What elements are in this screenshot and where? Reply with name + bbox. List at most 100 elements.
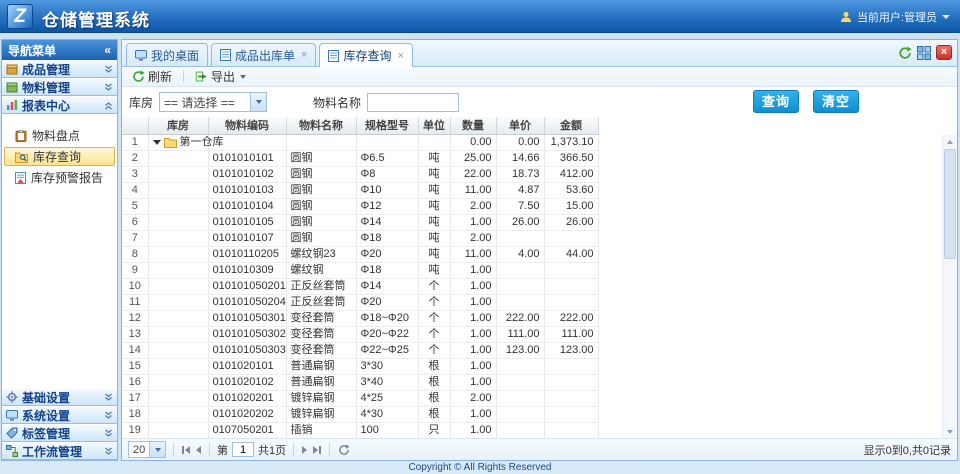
sidebar-group-finished-products[interactable]: 成品管理 [2,60,117,78]
close-tab-icon[interactable]: × [301,49,307,61]
group-label: 报表中心 [22,97,70,114]
column-header[interactable]: 单价 [496,117,544,134]
table-cell [544,294,598,310]
table-cell [148,166,208,182]
table-row[interactable]: 40101010103圆钢Φ10吨11.004.8753.60 [122,182,598,198]
clipboard-icon [15,130,27,142]
clear-button[interactable]: 清空 [813,90,859,113]
warehouse-group-label: 第一仓库 [180,135,224,150]
table-row[interactable]: 13010101050302变径套筒Φ20~Φ22个1.00111.00111.… [122,326,598,342]
sidebar-item-inventory-query[interactable]: 库存查询 [4,147,115,166]
table-row[interactable]: 160101020102普通扁钢3*40根1.00 [122,374,598,390]
query-button[interactable]: 查询 [753,90,799,113]
prev-page-button[interactable] [195,445,202,455]
sidebar-group-report-center[interactable]: 报表中心 [2,96,117,114]
table-cell: 14 [122,342,148,358]
tab-label: 库存查询 [343,47,391,64]
table-cell: 11.00 [450,246,496,262]
table-cell [148,310,208,326]
table-row[interactable]: 14010101050303变径套筒Φ22~Φ25个1.00123.00123.… [122,342,598,358]
column-header[interactable]: 单位 [418,117,450,134]
table-row[interactable]: 50101010104圆钢Φ12吨2.007.5015.00 [122,198,598,214]
reload-page-icon[interactable] [337,443,351,457]
first-page-button[interactable] [181,445,191,455]
next-page-button[interactable] [301,445,308,455]
table-row[interactable]: 801010110205螺纹钢23Φ20吨11.004.0044.00 [122,246,598,262]
material-name-input[interactable] [367,93,459,112]
column-header[interactable]: 金额 [544,117,598,134]
computer-icon [6,410,18,421]
table-row[interactable]: 20101010101圆钢Φ6.5吨25.0014.66366.50 [122,150,598,166]
table-cell: 个 [418,342,450,358]
column-header[interactable]: 数量 [450,117,496,134]
user-menu[interactable]: 当前用户:管理员 [840,9,950,25]
sidebar-item-material-count[interactable]: 物料盘点 [4,126,115,145]
table-cell [496,278,544,294]
table-row[interactable]: 150101020101普通扁钢3*30根1.00 [122,358,598,374]
table-cell: 0101010105 [208,214,286,230]
column-header[interactable]: 物料名称 [286,117,356,134]
sidebar-group-workflow-management[interactable]: 工作流管理 [2,442,117,460]
column-header[interactable]: 规格型号 [356,117,418,134]
vertical-scrollbar[interactable] [942,135,957,438]
table-cell: 个 [418,310,450,326]
warehouse-select[interactable]: == 请选择 == [159,92,267,112]
table-row[interactable]: 11010101050204正反丝套筒Φ20个1.00 [122,294,598,310]
table-row[interactable]: 90101010309螺纹钢Φ18吨1.00 [122,262,598,278]
column-header[interactable]: 物料编码 [208,117,286,134]
table-row[interactable]: 12010101050301变径套筒Φ18~Φ20个1.00222.00222.… [122,310,598,326]
column-header[interactable]: 库房 [148,117,208,134]
close-tab-icon[interactable]: × [397,50,403,62]
table-cell: 4 [122,182,148,198]
tab-inventory-query[interactable]: 库存查询 × [319,43,412,67]
filter-bar: 库房 == 请选择 == 物料名称 查询 清空 [122,87,957,117]
table-cell: 圆钢 [286,214,356,230]
table-row[interactable]: 70101010107圆钢Φ18吨2.00 [122,230,598,246]
pager-separator [293,443,294,457]
table-row[interactable]: 170101020201镀锌扁钢4*25根2.00 [122,390,598,406]
refresh-button[interactable]: 刷新 [127,67,177,86]
table-cell: 1.00 [450,358,496,374]
table-cell: 17 [122,390,148,406]
sidebar-item-inventory-warning-report[interactable]: 库存预警报告 [4,168,115,187]
table-cell: Φ14 [356,278,418,294]
sidebar-group-system-settings[interactable]: 系统设置 [2,406,117,424]
sidebar-group-label-management[interactable]: 标签管理 [2,424,117,442]
page-number-input[interactable] [232,442,254,457]
page-label-prefix: 第 [217,442,228,458]
sidebar-group-materials[interactable]: 物料管理 [2,78,117,96]
table-cell: 普通扁钢 [286,358,356,374]
grid-view-icon[interactable] [917,46,931,60]
table-row[interactable]: 180101020202镀锌扁钢4*30根1.00 [122,406,598,422]
scroll-down-icon[interactable] [943,425,957,438]
sidebar-group-basic-settings[interactable]: 基础设置 [2,388,117,406]
table-row[interactable]: 10010101050201正反丝套筒Φ14个1.00 [122,278,598,294]
scrollbar-thumb[interactable] [944,149,956,259]
row-number: 1 [122,134,148,150]
collapse-sidebar-icon[interactable]: « [104,44,111,56]
close-panel-icon[interactable]: × [936,45,952,60]
table-cell: 222.00 [544,310,598,326]
page-size-select[interactable]: 20 [128,441,166,458]
scroll-up-icon[interactable] [943,135,957,148]
tree-collapse-icon[interactable] [153,140,161,145]
refresh-tabs-icon[interactable] [898,46,912,60]
table-row[interactable]: 30101010102圆钢Φ8吨22.0018.73412.00 [122,166,598,182]
table-cell: Φ22~Φ25 [356,342,418,358]
table-cell: 123.00 [544,342,598,358]
table-group-row[interactable]: 1 第一仓库 0.00 [122,134,598,150]
tab-my-desktop[interactable]: 我的桌面 [126,43,208,66]
table-cell: 18.73 [496,166,544,182]
toolbar-separator [183,70,184,83]
group-label: 基础设置 [22,389,70,406]
table-cell: 123.00 [496,342,544,358]
tab-finished-goods-outbound[interactable]: 成品出库单 × [211,43,316,66]
last-page-button[interactable] [312,445,322,455]
search-folder-icon [15,151,28,163]
table-cell: 12 [122,310,148,326]
table-cell: 0101010102 [208,166,286,182]
export-button[interactable]: 导出 [190,67,251,86]
table-row[interactable]: 60101010105圆钢Φ14吨1.0026.0026.00 [122,214,598,230]
table-cell [148,150,208,166]
table-row[interactable]: 190107050201插销100只1.00 [122,422,598,438]
